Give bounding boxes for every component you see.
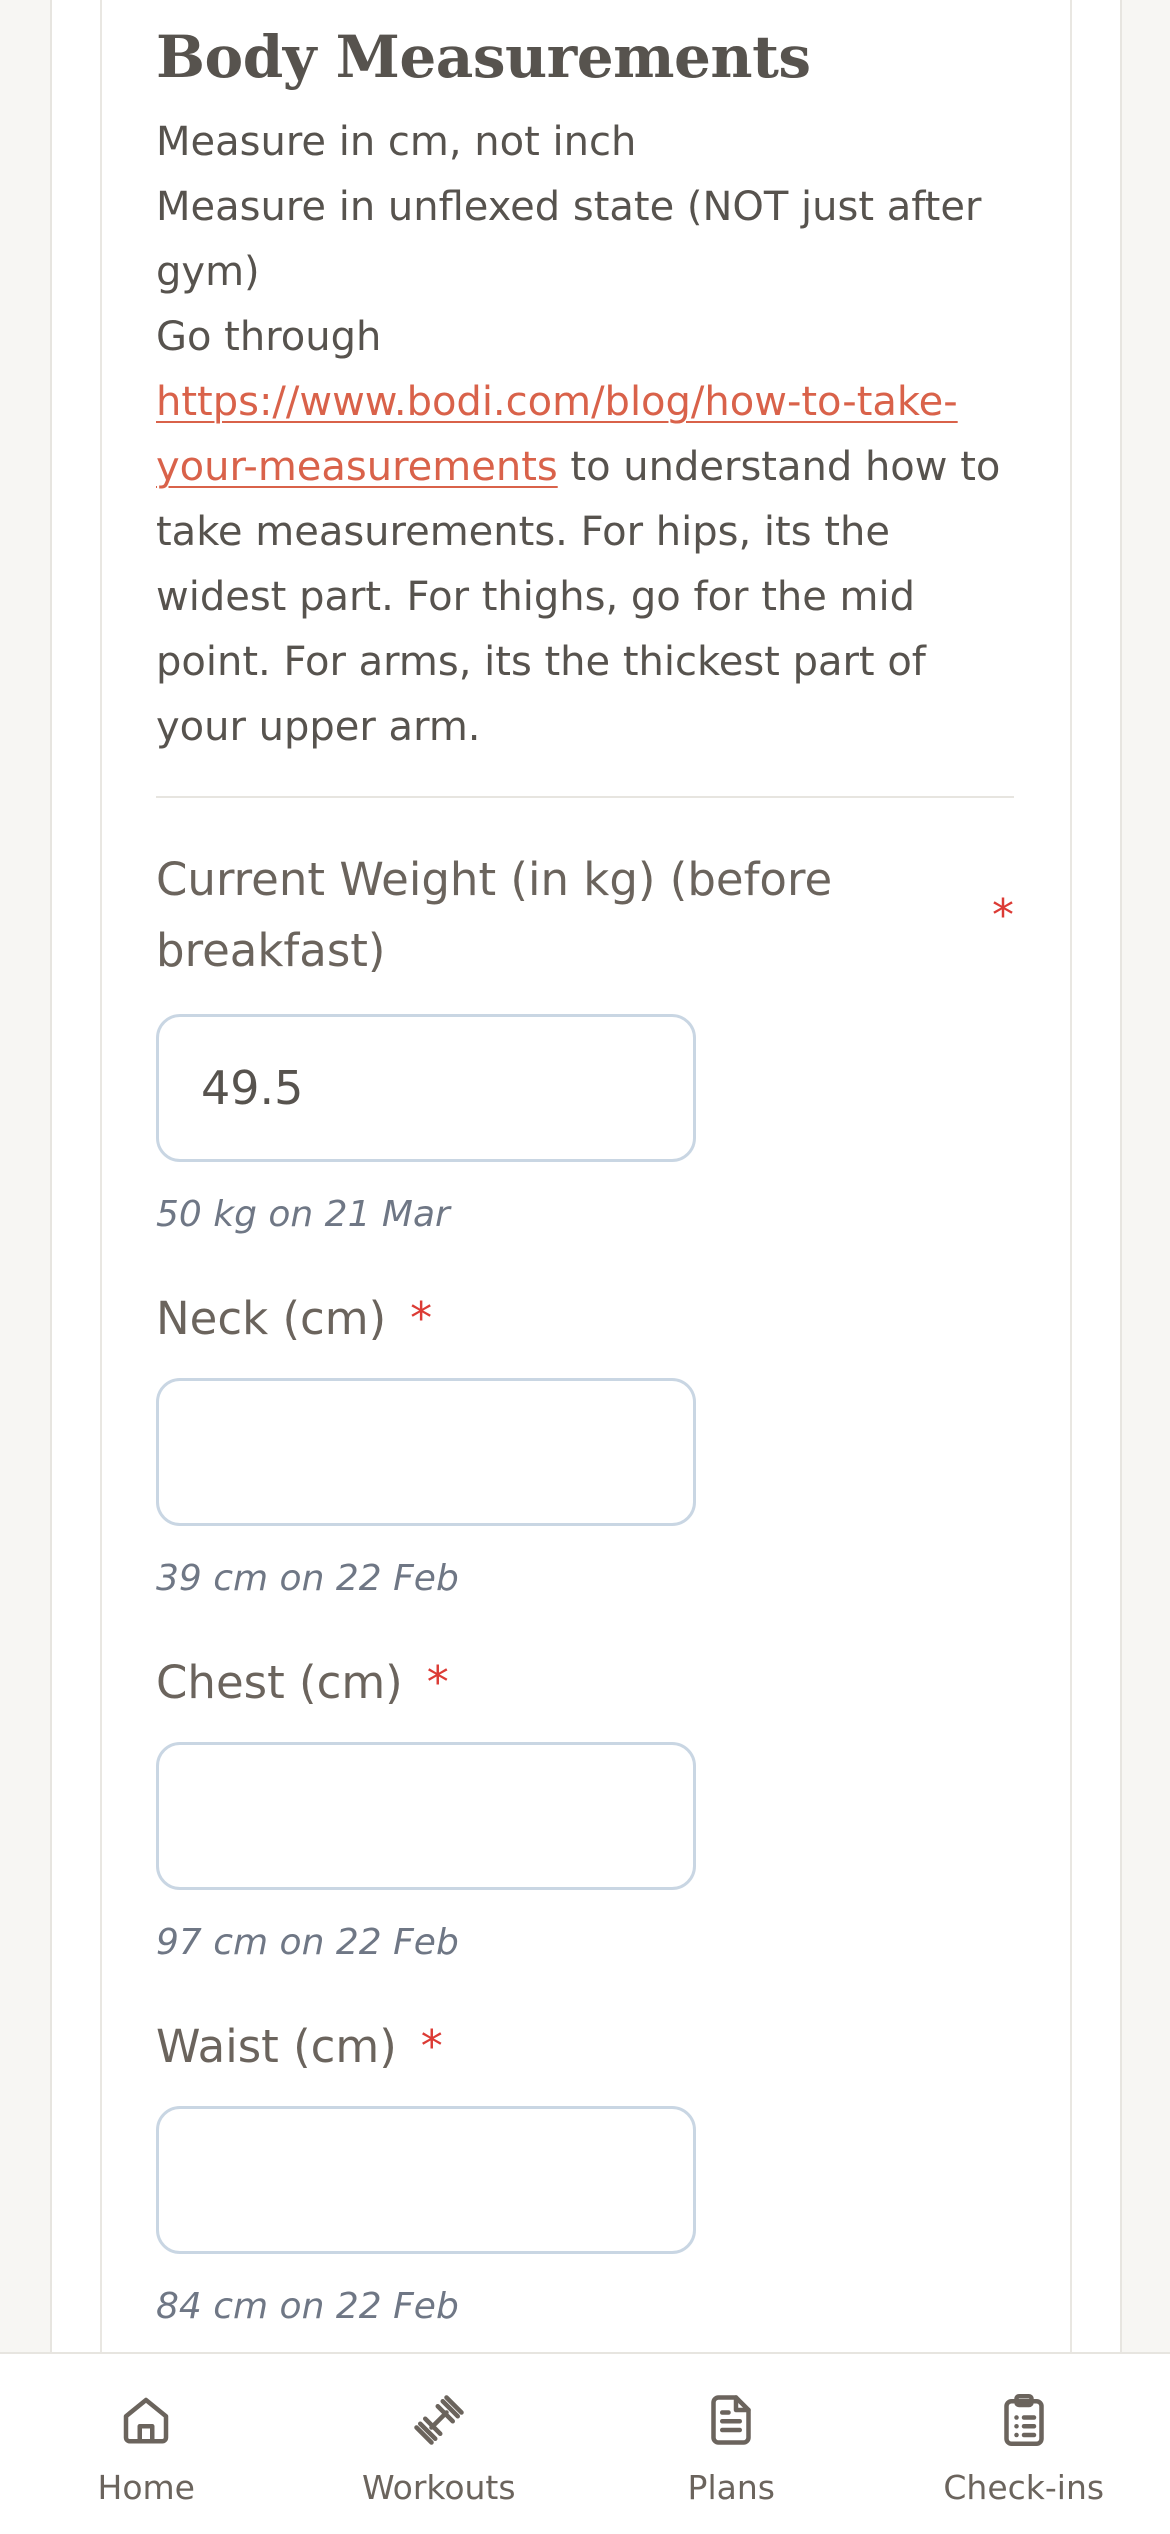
chest-input[interactable] [156, 1742, 696, 1890]
field-neck: Neck (cm) * 39 cm on 22 Feb [156, 1283, 1014, 1599]
required-asterisk: * [992, 880, 1014, 951]
neck-input[interactable] [156, 1378, 696, 1526]
field-waist: Waist (cm) * 84 cm on 22 Feb [156, 2011, 1014, 2327]
field-waist-label: Waist (cm) [156, 2011, 397, 2082]
field-chest-label: Chest (cm) [156, 1647, 403, 1718]
chest-previous-hint: 97 cm on 22 Feb [156, 1922, 1014, 1963]
weight-input[interactable] [156, 1014, 696, 1162]
field-neck-label: Neck (cm) [156, 1283, 386, 1354]
field-weight-label: Current Weight (in kg) (before breakfast… [156, 844, 876, 986]
required-asterisk: * [410, 1283, 432, 1354]
bottom-nav: Home Workouts Plans [0, 2352, 1170, 2534]
form-content: Body Measurements Measure in cm, not inc… [156, 0, 1014, 2327]
nav-label-plans: Plans [688, 2468, 775, 2507]
field-chest-label-row: Chest (cm) * [156, 1647, 1014, 1718]
dumbbell-icon [409, 2390, 469, 2450]
nav-label-home: Home [98, 2468, 195, 2507]
section-description: Measure in cm, not inch Measure in unfle… [156, 110, 1014, 760]
field-chest: Chest (cm) * 97 cm on 22 Feb [156, 1647, 1014, 1963]
weight-previous-hint: 50 kg on 21 Mar [156, 1194, 1014, 1235]
home-icon [116, 2390, 176, 2450]
nav-label-check-ins: Check-ins [943, 2468, 1104, 2507]
divider [156, 796, 1014, 798]
section-title: Body Measurements [156, 22, 1014, 92]
neck-previous-hint: 39 cm on 22 Feb [156, 1558, 1014, 1599]
waist-previous-hint: 84 cm on 22 Feb [156, 2286, 1014, 2327]
required-asterisk: * [421, 2011, 443, 2082]
field-weight: Current Weight (in kg) (before breakfast… [156, 844, 1014, 1235]
nav-item-check-ins[interactable]: Check-ins [878, 2354, 1170, 2534]
instruction-guide: Go throughhttps://www.bodi.com/blog/how-… [156, 305, 1014, 760]
nav-item-home[interactable]: Home [0, 2354, 293, 2534]
waist-input[interactable] [156, 2106, 696, 2254]
document-icon [701, 2390, 761, 2450]
instruction-guide-prefix: Go through [156, 314, 381, 360]
instruction-units: Measure in cm, not inch [156, 110, 1014, 175]
clipboard-list-icon [994, 2390, 1054, 2450]
field-neck-label-row: Neck (cm) * [156, 1283, 1014, 1354]
field-weight-label-row: Current Weight (in kg) (before breakfast… [156, 844, 1014, 986]
nav-item-plans[interactable]: Plans [585, 2354, 878, 2534]
nav-label-workouts: Workouts [362, 2468, 516, 2507]
required-asterisk: * [427, 1647, 449, 1718]
nav-item-workouts[interactable]: Workouts [293, 2354, 586, 2534]
field-waist-label-row: Waist (cm) * [156, 2011, 1014, 2082]
instruction-unflexed: Measure in unflexed state (NOT just afte… [156, 175, 1014, 305]
